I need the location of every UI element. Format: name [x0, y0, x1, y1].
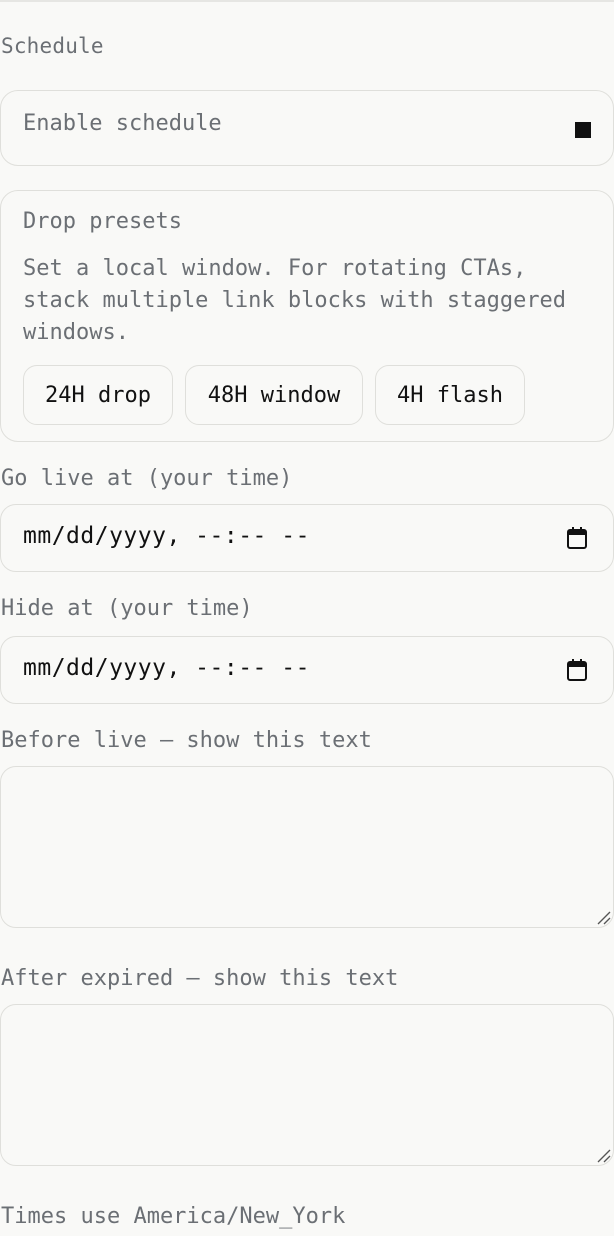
before-live-textarea[interactable] — [0, 766, 614, 928]
after-expired-textarea[interactable] — [0, 1004, 614, 1166]
drop-presets-card: Drop presets Set a local window. For rot… — [0, 190, 614, 442]
presets-help-text: Set a local window. For rotating CTAs, s… — [23, 256, 567, 345]
calendar-icon[interactable] — [567, 527, 587, 549]
preset-48h-window-button[interactable]: 48H window — [185, 365, 363, 425]
hide-at-value: mm/dd/yyyy, --:-- -- — [23, 655, 310, 681]
after-expired-label: After expired — show this text — [1, 966, 399, 991]
section-title: Schedule — [1, 34, 104, 58]
go-live-value: mm/dd/yyyy, --:-- -- — [23, 523, 310, 549]
hide-at-label: Hide at (your time) — [1, 596, 253, 621]
top-divider — [0, 0, 614, 2]
timezone-note: Times use America/New_York — [1, 1204, 346, 1229]
enable-schedule-toggle[interactable]: Enable schedule — [0, 90, 614, 166]
enable-schedule-label: Enable schedule — [23, 111, 222, 136]
go-live-label: Go live at (your time) — [1, 466, 293, 491]
calendar-icon[interactable] — [567, 659, 587, 681]
hide-at-datetime-input[interactable]: mm/dd/yyyy, --:-- -- — [0, 636, 614, 704]
checkbox-checked-icon[interactable] — [575, 122, 591, 138]
go-live-datetime-input[interactable]: mm/dd/yyyy, --:-- -- — [0, 504, 614, 572]
resize-grip-icon[interactable] — [595, 909, 611, 925]
presets-title: Drop presets — [23, 209, 182, 234]
preset-4h-flash-button[interactable]: 4H flash — [375, 365, 525, 425]
before-live-label: Before live — show this text — [1, 728, 372, 753]
resize-grip-icon[interactable] — [595, 1147, 611, 1163]
preset-24h-drop-button[interactable]: 24H drop — [23, 365, 173, 425]
